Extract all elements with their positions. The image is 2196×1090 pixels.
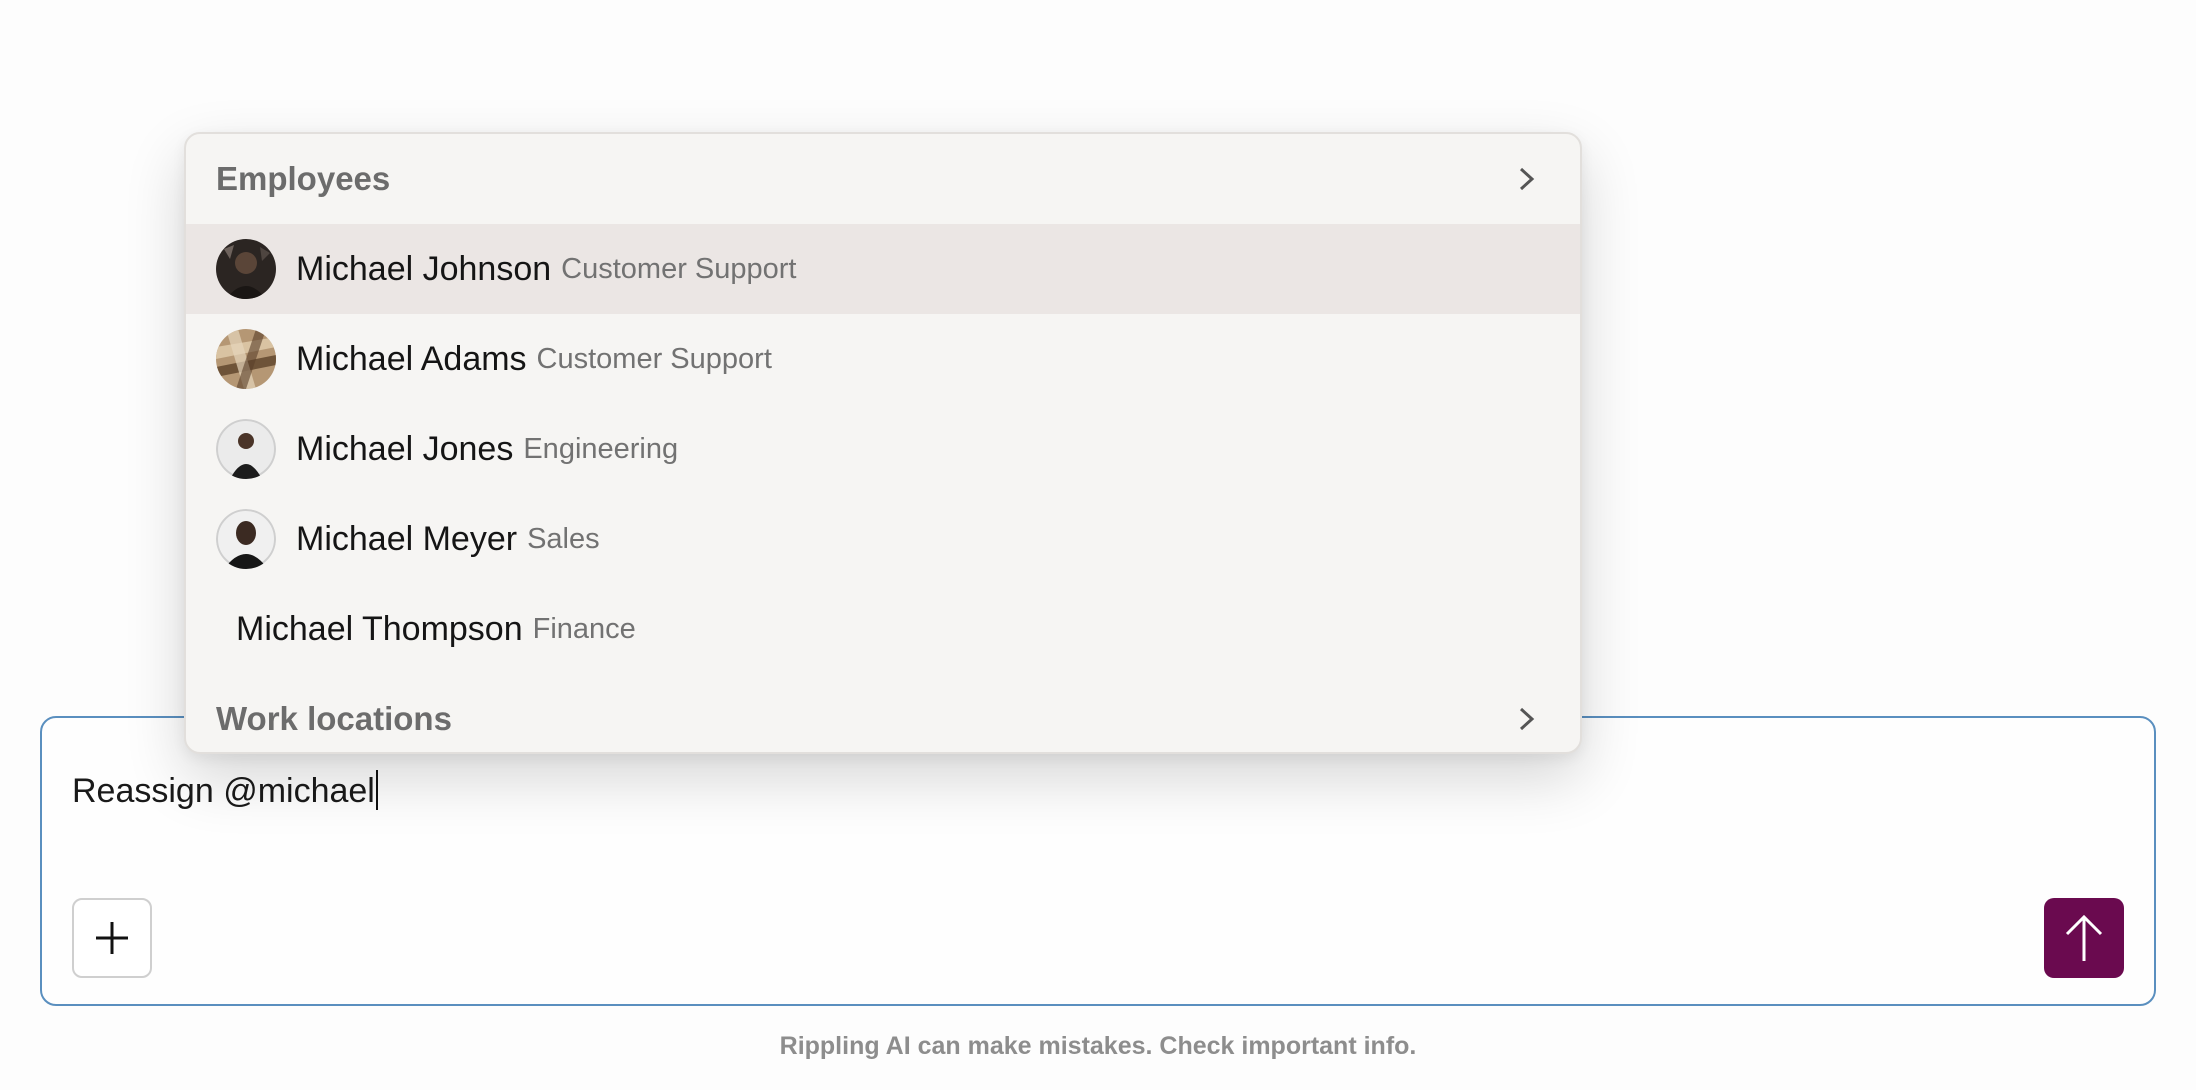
message-input-text: Reassign @michael xyxy=(72,772,375,810)
avatar xyxy=(216,509,276,569)
employee-name: Michael Johnson xyxy=(296,249,552,288)
disclaimer-text: Rippling AI can make mistakes. Check imp… xyxy=(779,1032,1417,1060)
avatar xyxy=(216,329,276,389)
chat-composer[interactable]: Reassign @michael xyxy=(40,716,2156,1006)
add-attachment-button[interactable] xyxy=(72,898,152,978)
work-locations-group-header[interactable]: Work locations xyxy=(186,674,1580,752)
employee-option-michael-johnson[interactable]: Michael Johnson Customer Support xyxy=(186,224,1580,314)
employee-department: Customer Support xyxy=(561,252,797,285)
employee-option-michael-thompson[interactable]: Michael Thompson Finance xyxy=(186,584,1580,674)
employee-option-michael-adams[interactable]: Michael Adams Customer Support xyxy=(186,314,1580,404)
arrow-up-icon xyxy=(2065,914,2103,961)
employee-name: Michael Jones xyxy=(296,429,514,468)
employee-option-michael-meyer[interactable]: Michael Meyer Sales xyxy=(186,494,1580,584)
chevron-right-icon xyxy=(1514,706,1540,732)
employee-department: Finance xyxy=(532,612,636,645)
text-caret xyxy=(375,770,378,810)
message-input[interactable]: Reassign @michael xyxy=(72,770,378,810)
work-locations-group-label: Work locations xyxy=(216,700,452,737)
employee-name: Michael Meyer xyxy=(296,519,518,558)
mention-dropdown: Employees Michael Johnson Customer Suppo… xyxy=(184,132,1582,754)
employees-group-header[interactable]: Employees xyxy=(186,134,1580,224)
employee-name: Michael Thompson xyxy=(236,609,523,648)
plus-icon xyxy=(96,922,128,954)
avatar xyxy=(216,239,276,299)
employee-option-michael-jones[interactable]: Michael Jones Engineering xyxy=(186,404,1580,494)
employee-department: Sales xyxy=(527,522,600,555)
employee-department: Customer Support xyxy=(536,342,772,375)
send-button[interactable] xyxy=(2044,898,2124,978)
employee-department: Engineering xyxy=(523,432,679,465)
employees-group-label: Employees xyxy=(216,160,391,197)
chevron-right-icon xyxy=(1514,166,1540,192)
avatar xyxy=(216,419,276,479)
employee-name: Michael Adams xyxy=(296,339,527,378)
